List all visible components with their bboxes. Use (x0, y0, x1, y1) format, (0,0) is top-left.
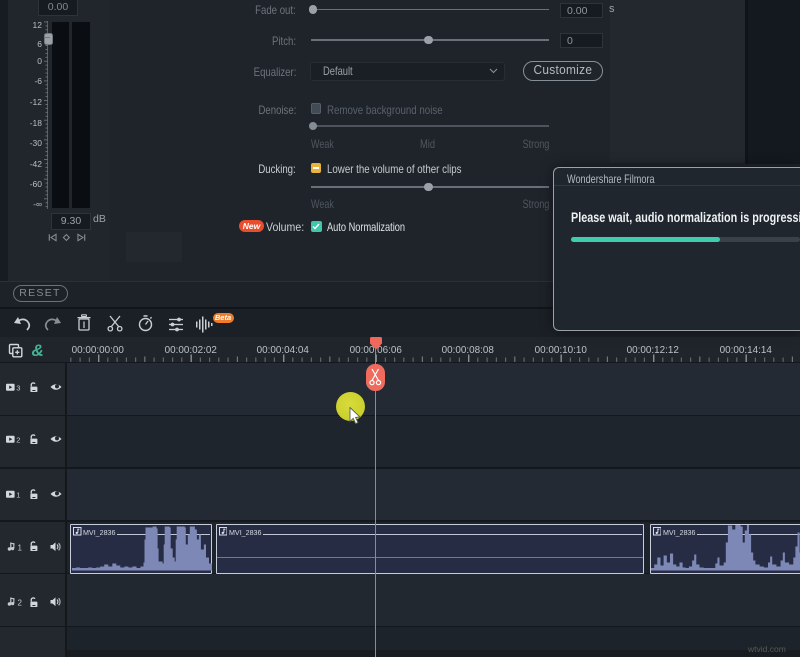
svg-text:1: 1 (16, 490, 20, 498)
svg-text:1: 1 (18, 543, 23, 551)
svg-text:3: 3 (16, 383, 20, 391)
svg-text:2: 2 (16, 435, 20, 443)
svg-text:2: 2 (18, 598, 23, 606)
